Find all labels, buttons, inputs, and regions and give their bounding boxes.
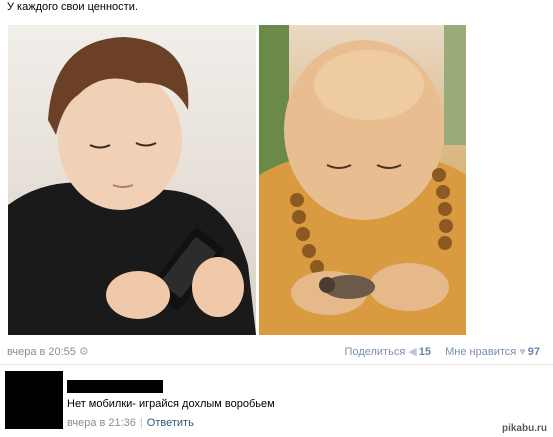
post-actions: Поделиться ◀ 15 Мне нравится ♥ 97 xyxy=(345,345,540,358)
pikabu-watermark: pikabu.ru xyxy=(501,423,547,434)
comment-separator: | xyxy=(139,417,143,429)
monk-with-sparrow-illustration xyxy=(259,25,466,335)
photo-monk-with-sparrow[interactable] xyxy=(259,25,466,335)
reply-button[interactable]: Ответить xyxy=(147,417,194,429)
share-label: Поделиться xyxy=(344,346,406,358)
post-meta-row: вчера в 20:55 ⚙ Поделиться ◀ 15 Мне нравитс… xyxy=(7,345,540,359)
share-button[interactable]: Поделиться ◀ 15 xyxy=(345,346,431,358)
comment-avatar-redacted[interactable] xyxy=(5,371,63,429)
comment-meta: вчера в 21:36 | Ответить xyxy=(67,417,194,429)
comment-text: Нет мобилки- играйся дохлым воробьем xyxy=(67,398,275,410)
boy-with-phone-illustration xyxy=(8,37,256,335)
photo-boy-with-phone[interactable] xyxy=(8,25,256,335)
comment-author-redacted[interactable] xyxy=(67,380,163,393)
comments-divider xyxy=(0,364,553,365)
like-count: 97 xyxy=(527,346,540,358)
like-label: Мне нравится xyxy=(445,346,517,358)
post-time[interactable]: вчера в 20:55 xyxy=(7,346,76,358)
comment-time[interactable]: вчера в 21:36 xyxy=(67,417,136,429)
post-text: У каждого свои ценности. xyxy=(7,1,138,13)
like-button[interactable]: Мне нравится ♥ 97 xyxy=(445,346,540,358)
megaphone-icon: ◀ xyxy=(408,346,417,358)
share-count: 15 xyxy=(418,346,431,358)
heart-icon: ♥ xyxy=(519,346,526,358)
gear-icon[interactable]: ⚙ xyxy=(79,345,89,358)
